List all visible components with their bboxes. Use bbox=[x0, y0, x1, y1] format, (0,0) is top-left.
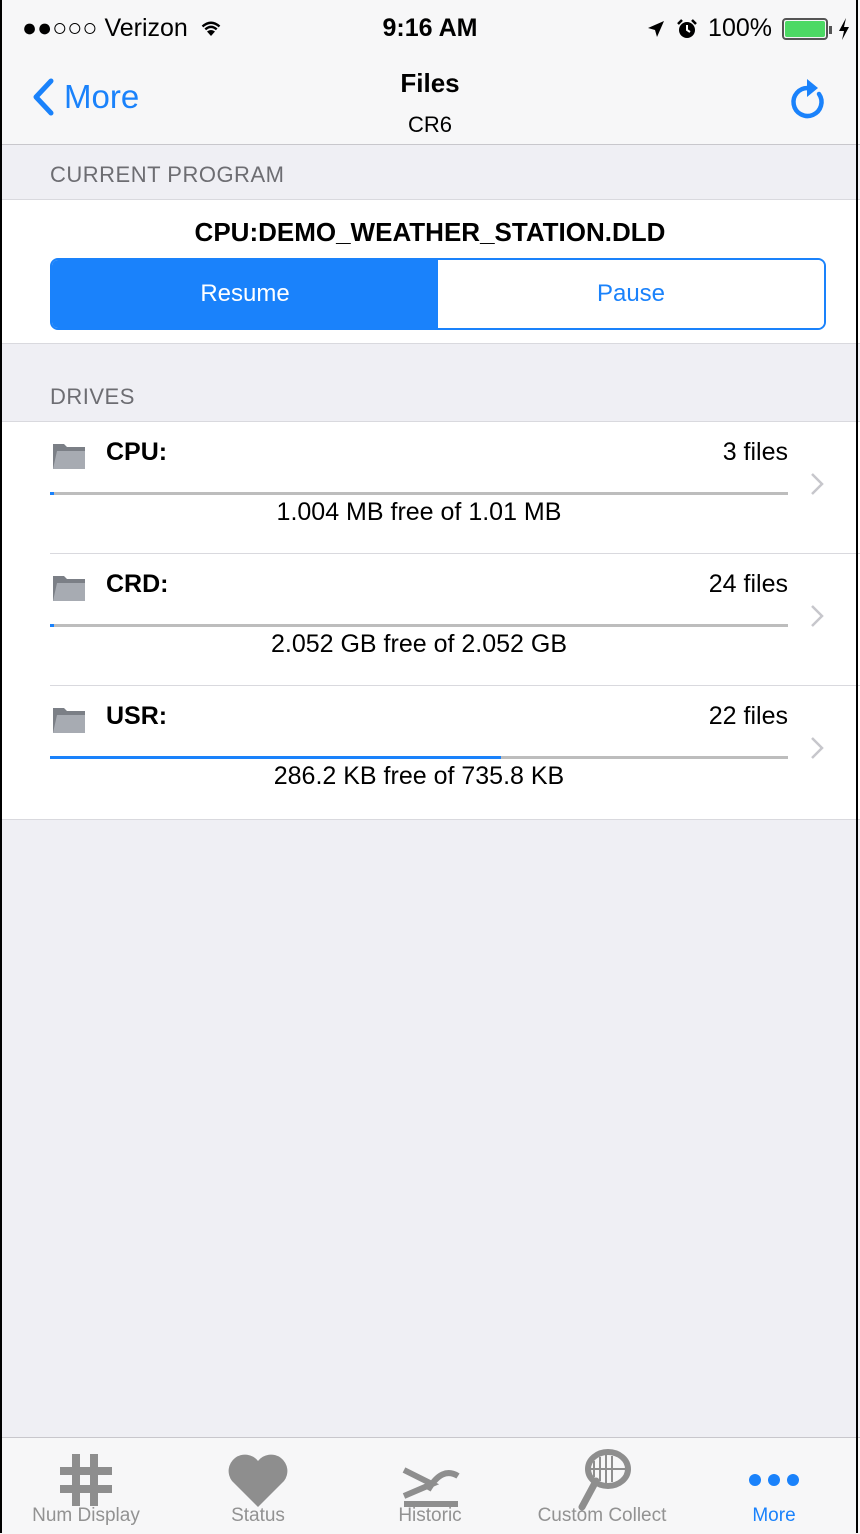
page-subtitle: CR6 bbox=[407, 112, 452, 137]
tab-label: Custom Collect bbox=[537, 1505, 667, 1526]
program-control-segmented: Resume Pause bbox=[50, 258, 826, 330]
tab-more[interactable]: More bbox=[688, 1438, 860, 1534]
butterfly-net-icon bbox=[578, 1449, 631, 1511]
more-dots-icon bbox=[749, 1474, 799, 1486]
tab-bar: Num Display Status Historic Custom Colle… bbox=[0, 1437, 860, 1534]
drive-row-usr[interactable]: USR: 22 files 286.2 KB free of 735.8 KB bbox=[0, 686, 860, 818]
charging-bolt-icon bbox=[839, 17, 849, 40]
current-program-header: CURRENT PROGRAM bbox=[50, 162, 285, 187]
hash-icon bbox=[60, 1454, 112, 1506]
navigation-bar: More Files CR6 bbox=[0, 60, 860, 145]
current-program-panel: CPU:DEMO_WEATHER_STATION.DLD Resume Paus… bbox=[0, 199, 860, 344]
tab-label: More bbox=[752, 1505, 796, 1526]
refresh-button[interactable] bbox=[788, 78, 828, 127]
drive-usage-fill bbox=[50, 756, 501, 759]
tab-num-display[interactable]: Num Display bbox=[0, 1438, 172, 1534]
folder-icon bbox=[53, 576, 85, 601]
drive-name: USR: bbox=[106, 702, 168, 730]
chevron-right-icon bbox=[811, 605, 824, 627]
resume-button[interactable]: Resume bbox=[52, 260, 438, 328]
status-right: 100% bbox=[646, 14, 850, 43]
drives-list: CPU: 3 files 1.004 MB free of 1.01 MB CR… bbox=[0, 421, 860, 820]
heart-icon bbox=[228, 1454, 288, 1507]
status-bar: ●●○○○ Verizon 9:16 AM 100% bbox=[0, 0, 860, 60]
tab-historic[interactable]: Historic bbox=[344, 1438, 516, 1534]
tab-custom-collect[interactable]: Custom Collect bbox=[516, 1438, 688, 1534]
tab-label: Status bbox=[231, 1505, 285, 1526]
file-count: 22 files bbox=[708, 702, 788, 730]
battery-percent: 100% bbox=[708, 14, 772, 42]
drive-name: CRD: bbox=[106, 570, 169, 598]
drive-free-space: 286.2 KB free of 735.8 KB bbox=[273, 762, 565, 790]
folder-icon bbox=[53, 444, 85, 469]
drive-usage-bar bbox=[50, 624, 788, 627]
pause-button[interactable]: Pause bbox=[438, 260, 824, 328]
page-title: Files bbox=[400, 68, 460, 98]
drive-usage-fill bbox=[50, 492, 55, 495]
drive-usage-fill bbox=[50, 624, 55, 627]
chevron-right-icon bbox=[811, 737, 824, 759]
drive-free-space: 2.052 GB free of 2.052 GB bbox=[270, 630, 568, 658]
drive-row-crd[interactable]: CRD: 24 files 2.052 GB free of 2.052 GB bbox=[0, 554, 860, 686]
location-arrow-icon bbox=[648, 20, 665, 37]
drive-row-cpu[interactable]: CPU: 3 files 1.004 MB free of 1.01 MB bbox=[0, 422, 860, 554]
drive-usage-bar bbox=[50, 756, 788, 759]
file-count: 3 files bbox=[722, 438, 788, 466]
historic-icon bbox=[402, 1467, 460, 1507]
drive-usage-bar bbox=[50, 492, 788, 495]
tab-status[interactable]: Status bbox=[172, 1438, 344, 1534]
program-name: CPU:DEMO_WEATHER_STATION.DLD bbox=[194, 217, 666, 247]
drive-free-space: 1.004 MB free of 1.01 MB bbox=[276, 498, 562, 526]
tab-label: Num Display bbox=[32, 1505, 140, 1526]
folder-icon bbox=[53, 708, 85, 733]
tab-label: Historic bbox=[398, 1505, 462, 1526]
alarm-clock-icon bbox=[677, 18, 697, 38]
file-count: 24 files bbox=[708, 570, 788, 598]
drive-name: CPU: bbox=[106, 438, 168, 466]
refresh-icon bbox=[791, 79, 824, 119]
chevron-right-icon bbox=[811, 473, 824, 495]
drives-header: DRIVES bbox=[50, 384, 135, 409]
battery-icon bbox=[782, 17, 832, 40]
